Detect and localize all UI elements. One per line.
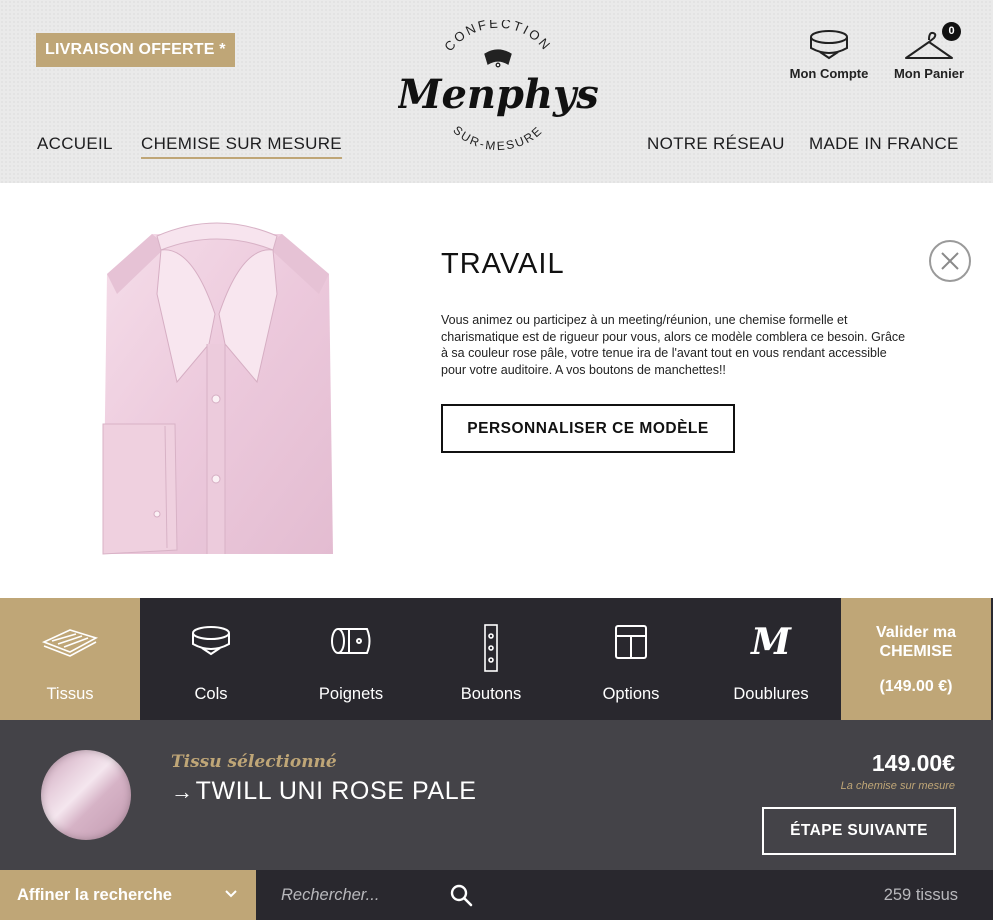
product-title: TRAVAIL [441, 248, 565, 280]
arrow-right-icon: → [171, 779, 194, 804]
step-options[interactable]: Options [561, 598, 701, 720]
customization-steps: Tissus Cols Poignets Boutons Options M D… [0, 598, 993, 720]
cart-count-badge: 0 [942, 22, 961, 41]
fabric-icon [41, 629, 99, 657]
search-bar: Affiner la recherche 259 tissus [0, 870, 993, 920]
product-description: Vous animez ou participez à un meeting/r… [441, 313, 906, 377]
step-collars-label: Cols [194, 685, 228, 703]
step-cuffs-label: Poignets [318, 685, 384, 703]
collar-account-icon [786, 22, 872, 62]
step-cuffs[interactable]: Poignets [281, 598, 421, 720]
total-price: 149.00€ [871, 750, 955, 776]
step-options-label: Options [602, 685, 660, 703]
customize-model-button[interactable]: PERSONNALISER CE MODÈLE [441, 404, 735, 453]
hanger-cart-icon: 0 [890, 22, 968, 62]
logo-bottom-text: SUR-MESURE [450, 123, 543, 153]
selected-fabric-name: TWILL UNI ROSE PALE [195, 777, 477, 805]
collar-icon [192, 626, 230, 656]
selected-fabric-label: Tissu sélectionné [171, 752, 337, 772]
my-cart-label: Mon Panier [893, 66, 965, 81]
validate-price: (149.00 €) [879, 678, 953, 695]
search-input[interactable] [268, 878, 438, 912]
logo-name: Menphys [398, 71, 598, 118]
svg-text:SUR-MESURE: SUR-MESURE [450, 123, 545, 153]
options-icon [615, 625, 647, 659]
nav-network[interactable]: NOTRE RÉSEAU [647, 134, 785, 154]
site-logo[interactable]: CONFECTION Menphys SUR-MESURE [395, 15, 599, 160]
nav-home[interactable]: ACCUEIL [37, 134, 113, 154]
refine-search-dropdown[interactable]: Affiner la recherche [0, 870, 256, 920]
chevron-down-icon [225, 890, 237, 898]
next-step-button[interactable]: ÉTAPE SUIVANTE [762, 807, 956, 855]
search-icon[interactable] [449, 883, 473, 907]
step-buttons-label: Boutons [460, 685, 522, 703]
price-subtitle: La chemise sur mesure [840, 780, 955, 792]
shirt-image [97, 214, 337, 564]
step-collars[interactable]: Cols [141, 598, 281, 720]
validate-shirt-button[interactable]: Valider ma CHEMISE (149.00 €) [841, 598, 991, 720]
cuff-icon [331, 628, 371, 654]
lining-icon: M [749, 624, 792, 660]
fabric-count: 259 tissus [883, 886, 958, 904]
logo-top-text: CONFECTION [441, 15, 552, 54]
close-button[interactable] [929, 240, 971, 282]
step-linings-label: Doublures [733, 685, 809, 703]
validate-line2: CHEMISE [879, 643, 953, 660]
validate-line1: Valider ma [875, 624, 957, 641]
selected-fabric-panel: Tissu sélectionné →TWILL UNI ROSE PALE 1… [0, 720, 993, 870]
buttons-icon [484, 624, 498, 672]
fabric-swatch [41, 750, 131, 840]
refine-search-label: Affiner la recherche [17, 886, 172, 904]
svg-text:CONFECTION: CONFECTION [441, 20, 555, 54]
step-buttons[interactable]: Boutons [421, 598, 561, 720]
close-icon [941, 252, 959, 270]
selected-fabric-name-row: →TWILL UNI ROSE PALE [171, 777, 477, 806]
my-cart-link[interactable]: 0 Mon Panier [890, 22, 968, 81]
step-linings[interactable]: M Doublures [701, 598, 841, 720]
step-fabric[interactable]: Tissus [0, 598, 140, 720]
nav-made-in-france[interactable]: MADE IN FRANCE [809, 134, 959, 154]
site-header: LIVRAISON OFFERTE * CONFECTION Menphys S… [0, 0, 993, 183]
logo-graphic: CONFECTION Menphys SUR-MESURE [395, 15, 599, 153]
nav-custom-shirt[interactable]: CHEMISE SUR MESURE [141, 134, 342, 159]
svg-text:M: M [749, 624, 792, 660]
free-shipping-banner[interactable]: LIVRAISON OFFERTE * [36, 33, 235, 67]
step-fabric-label: Tissus [46, 685, 94, 703]
my-account-label: Mon Compte [789, 66, 869, 81]
my-account-link[interactable]: Mon Compte [786, 22, 872, 81]
